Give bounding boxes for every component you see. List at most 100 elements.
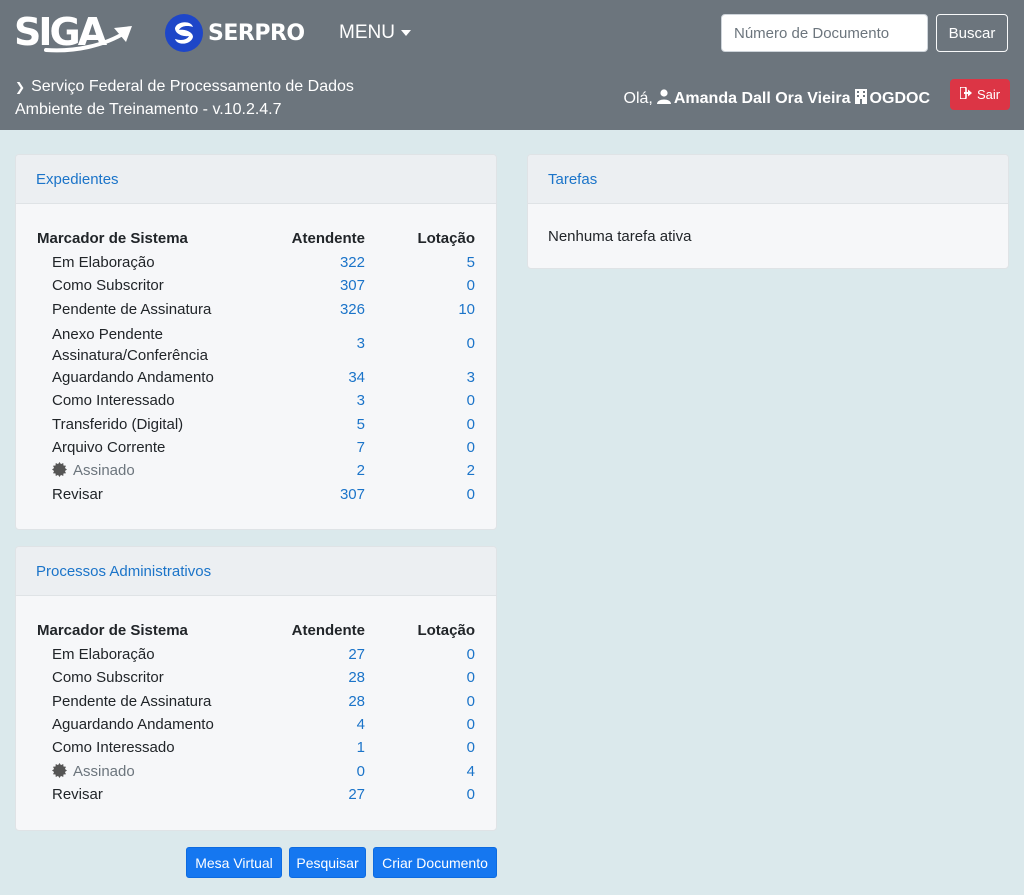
marker-label: Transferido (Digital) — [52, 415, 184, 433]
lotacao-count-link[interactable]: 10 — [458, 301, 475, 318]
table-row: Como Subscritor 28 0 — [37, 666, 475, 689]
atendente-cell: 326 — [255, 298, 365, 321]
processos-card-title[interactable]: Processos Administrativos — [16, 547, 496, 596]
marker-label: Revisar — [52, 785, 103, 803]
table-row: Assinado 0 4 — [37, 759, 475, 782]
lotacao-count-link[interactable]: 0 — [467, 486, 475, 503]
table-row: Revisar 27 0 — [37, 783, 475, 806]
marker-label: Assinado — [37, 759, 255, 782]
atendente-cell: 28 — [255, 690, 365, 713]
serpro-logo-text: SERPRO — [208, 20, 305, 46]
table-row: Como Interessado 3 0 — [37, 389, 475, 412]
atendente-count-link[interactable]: 34 — [348, 369, 365, 386]
logout-button[interactable]: Sair — [950, 79, 1010, 110]
serpro-logo: SERPRO — [165, 14, 305, 52]
lotacao-count-link[interactable]: 5 — [467, 254, 475, 271]
tarefas-empty-message: Nenhuma tarefa ativa — [548, 228, 692, 245]
lotacao-cell: 0 — [365, 274, 475, 297]
environment-version: Ambiente de Treinamento - v.10.2.4.7 — [15, 101, 282, 118]
table-row: Arquivo Corrente 7 0 — [37, 436, 475, 459]
atendente-count-link[interactable]: 5 — [357, 416, 365, 433]
document-number-input[interactable] — [721, 14, 928, 52]
main-menu-button[interactable]: MENU — [339, 22, 411, 44]
marker-label: Como Interessado — [52, 739, 175, 757]
lotacao-cell: 0 — [365, 436, 475, 459]
atendente-count-link[interactable]: 28 — [348, 669, 365, 686]
col-marker-header: Marcador de Sistema — [37, 230, 188, 247]
atendente-count-link[interactable]: 28 — [348, 693, 365, 710]
atendente-count-link[interactable]: 2 — [357, 462, 365, 479]
atendente-cell: 307 — [255, 482, 365, 505]
atendente-cell: 27 — [255, 643, 365, 666]
atendente-count-link[interactable]: 27 — [348, 646, 365, 663]
lotacao-count-link[interactable]: 0 — [467, 786, 475, 803]
atendente-cell: 1 — [255, 736, 365, 759]
col-attendant-header: Atendente — [291, 622, 365, 639]
atendente-cell: 307 — [255, 274, 365, 297]
lotacao-count-link[interactable]: 2 — [467, 462, 475, 479]
lotacao-count-link[interactable]: 0 — [467, 669, 475, 686]
atendente-count-link[interactable]: 27 — [348, 786, 365, 803]
col-marker-header: Marcador de Sistema — [37, 622, 188, 639]
table-row: Em Elaboração 322 5 — [37, 251, 475, 274]
lotacao-count-link[interactable]: 0 — [467, 392, 475, 409]
lotacao-count-link[interactable]: 0 — [467, 716, 475, 733]
lotacao-cell: 0 — [365, 666, 475, 689]
atendente-count-link[interactable]: 322 — [340, 254, 365, 271]
user-icon — [656, 89, 671, 109]
caret-down-icon — [400, 30, 411, 36]
atendente-cell: 0 — [255, 759, 365, 782]
atendente-count-link[interactable]: 307 — [340, 277, 365, 294]
seal-icon — [52, 462, 67, 478]
atendente-cell: 7 — [255, 436, 365, 459]
marker-label: Arquivo Corrente — [52, 438, 166, 456]
marker-label: Em Elaboração — [52, 646, 155, 664]
lotacao-cell: 0 — [365, 321, 475, 366]
unit-name: OGDOC — [869, 90, 930, 107]
mesa-virtual-button[interactable]: Mesa Virtual — [186, 847, 282, 878]
chevron-right-icon: ❯ — [15, 80, 26, 94]
lotacao-cell: 0 — [365, 713, 475, 736]
menu-label: MENU — [339, 22, 395, 43]
lotacao-count-link[interactable]: 0 — [467, 646, 475, 663]
atendente-count-link[interactable]: 7 — [357, 439, 365, 456]
atendente-count-link[interactable]: 0 — [357, 763, 365, 780]
atendente-count-link[interactable]: 1 — [357, 739, 365, 756]
atendente-cell: 5 — [255, 412, 365, 435]
processos-table: Marcador de Sistema Atendente Lotação Em… — [37, 622, 475, 806]
pesquisar-button[interactable]: Pesquisar — [289, 847, 366, 878]
atendente-count-link[interactable]: 326 — [340, 301, 365, 318]
lotacao-count-link[interactable]: 4 — [467, 763, 475, 780]
atendente-count-link[interactable]: 4 — [357, 716, 365, 733]
col-lotacao-header: Lotação — [417, 622, 475, 639]
atendente-count-link[interactable]: 3 — [357, 335, 365, 352]
table-row: Aguardando Andamento 4 0 — [37, 713, 475, 736]
lotacao-count-link[interactable]: 0 — [467, 739, 475, 756]
search-button[interactable]: Buscar — [936, 14, 1008, 52]
tarefas-card-title[interactable]: Tarefas — [528, 155, 1008, 204]
lotacao-count-link[interactable]: 0 — [467, 277, 475, 294]
atendente-count-link[interactable]: 3 — [357, 392, 365, 409]
atendente-cell: 34 — [255, 366, 365, 389]
table-row: Assinado 2 2 — [37, 459, 475, 482]
expedientes-card-title[interactable]: Expedientes — [16, 155, 496, 204]
criar-documento-button[interactable]: Criar Documento — [373, 847, 497, 878]
building-icon — [854, 89, 867, 109]
lotacao-cell: 0 — [365, 389, 475, 412]
atendente-count-link[interactable]: 307 — [340, 486, 365, 503]
arrow-icon — [44, 26, 132, 53]
atendente-cell: 27 — [255, 783, 365, 806]
lotacao-count-link[interactable]: 0 — [467, 439, 475, 456]
lotacao-count-link[interactable]: 3 — [467, 369, 475, 386]
siga-logo[interactable]: SIGA — [14, 10, 139, 54]
lotacao-count-link[interactable]: 0 — [467, 693, 475, 710]
sign-out-icon — [959, 86, 973, 102]
atendente-cell: 2 — [255, 459, 365, 482]
atendente-cell: 3 — [255, 321, 365, 366]
lotacao-cell: 5 — [365, 251, 475, 274]
lotacao-count-link[interactable]: 0 — [467, 335, 475, 352]
marker-label: Aguardando Andamento — [52, 716, 214, 734]
marker-label: Anexo Pendente Assinatura/Conferência — [52, 325, 208, 364]
lotacao-count-link[interactable]: 0 — [467, 416, 475, 433]
marker-label: Revisar — [52, 485, 103, 503]
